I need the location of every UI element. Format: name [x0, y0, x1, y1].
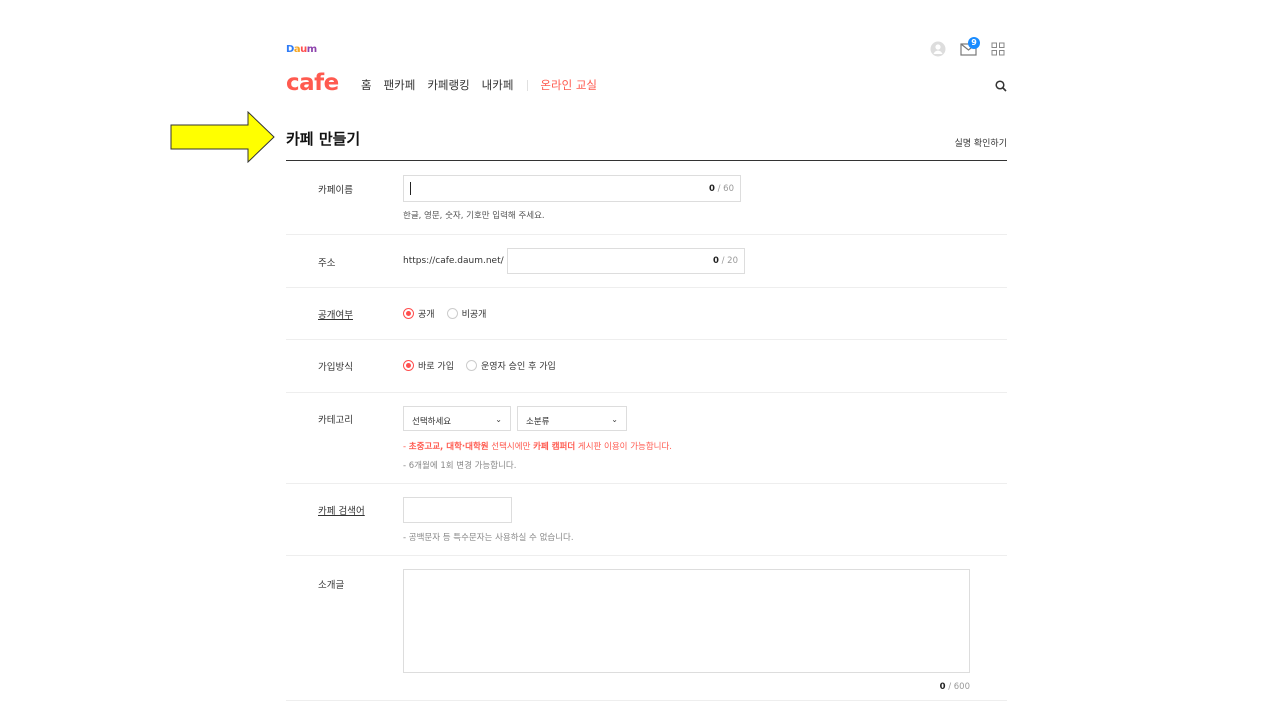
- radio-private-label[interactable]: 비공개: [462, 307, 487, 320]
- cafe-name-counter: 0 / 60: [708, 183, 734, 194]
- user-icon[interactable]: [930, 41, 946, 57]
- nav-fan-cafe[interactable]: 팬카페: [384, 77, 416, 93]
- cafe-logo[interactable]: cafe: [286, 70, 339, 96]
- address-counter: 0 / 20: [712, 256, 738, 266]
- radio-instant-join[interactable]: [403, 360, 414, 371]
- address-prefix: https://cafe.daum.net/: [403, 256, 504, 266]
- visibility-radio-group: 공개 비공개: [403, 307, 498, 320]
- category-sub-select[interactable]: 소분류 ⌄: [517, 406, 627, 431]
- radio-public-label[interactable]: 공개: [418, 307, 435, 320]
- row-visibility: 공개여부 공개 비공개: [286, 288, 1007, 340]
- chevron-down-icon: ⌄: [495, 415, 502, 424]
- nav-online-class[interactable]: 온라인 교실: [540, 77, 597, 93]
- join-method-label: 가입방식: [318, 362, 353, 373]
- apps-grid-icon[interactable]: [991, 42, 1005, 56]
- nav-my-cafe[interactable]: 내카페: [482, 77, 514, 93]
- radio-public[interactable]: [403, 308, 414, 319]
- cafe-name-input[interactable]: 0 / 60: [403, 175, 741, 202]
- cafe-name-help: 한글, 영문, 숫자, 기호만 입력해 주세요.: [403, 211, 545, 221]
- chevron-down-icon: ⌄: [611, 415, 618, 424]
- intro-counter: 0 / 600: [939, 682, 970, 692]
- main-nav: 홈 팬카페 카페랭킹 내카페 온라인 교실: [361, 77, 597, 93]
- address-input[interactable]: 0 / 20: [507, 248, 745, 274]
- radio-approval-join-label[interactable]: 운영자 승인 후 가입: [481, 359, 556, 372]
- search-icon[interactable]: [995, 77, 1007, 96]
- row-cafe-name: 카페이름 0 / 60 한글, 영문, 숫자, 기호만 입력해 주세요.: [286, 161, 1007, 235]
- daum-logo[interactable]: Daum: [286, 44, 317, 55]
- radio-approval-join[interactable]: [465, 360, 477, 371]
- top-utility-icons: 9: [930, 37, 1005, 57]
- row-address: 주소 https://cafe.daum.net/ 0 / 20: [286, 235, 1007, 288]
- address-label: 주소: [318, 258, 336, 269]
- visibility-label[interactable]: 공개여부: [318, 307, 353, 321]
- radio-instant-join-label[interactable]: 바로 가입: [418, 359, 454, 372]
- category-label: 카테고리: [318, 415, 353, 426]
- category-notice: - 초중고교, 대학·대학원 선택시에만 카페 캠퍼더 게시판 이용이 가능합니…: [403, 442, 673, 452]
- cafe-name-label: 카페이름: [318, 185, 353, 196]
- radio-private[interactable]: [446, 308, 458, 319]
- mail-icon[interactable]: 9: [960, 37, 980, 56]
- mail-count-badge: 9: [968, 37, 980, 49]
- search-keyword-input[interactable]: [403, 497, 512, 523]
- intro-textarea[interactable]: [403, 569, 970, 673]
- search-keyword-label[interactable]: 카페 검색어: [318, 503, 365, 517]
- join-method-radio-group: 바로 가입 운영자 승인 후 가입: [403, 359, 568, 372]
- text-caret: [410, 182, 411, 195]
- category-main-value: 선택하세요: [412, 417, 452, 427]
- category-main-select[interactable]: 선택하세요 ⌄: [403, 406, 511, 431]
- intro-label: 소개글: [318, 580, 345, 591]
- category-change-notice: - 6개월에 1회 변경 가능합니다.: [403, 461, 517, 471]
- search-keyword-help: - 공백문자 등 특수문자는 사용하실 수 없습니다.: [403, 533, 574, 543]
- nav-cafe-ranking[interactable]: 카페랭킹: [427, 77, 469, 93]
- nav-divider: [527, 79, 529, 91]
- nav-home[interactable]: 홈: [361, 77, 372, 93]
- arrow-pointer-icon: [170, 110, 276, 167]
- row-category: 카테고리 선택하세요 ⌄ 소분류 ⌄ - 초중고교, 대학·대학원 선택시에만 …: [286, 393, 1007, 484]
- category-sub-value: 소분류: [526, 417, 550, 427]
- page-title: 카페 만들기: [286, 130, 361, 148]
- real-name-verify-link[interactable]: 실명 확인하기: [954, 136, 1007, 149]
- row-intro: 소개글 0 / 600: [286, 556, 1007, 701]
- row-search-keyword: 카페 검색어 - 공백문자 등 특수문자는 사용하실 수 없습니다.: [286, 484, 1007, 556]
- row-join-method: 가입방식 바로 가입 운영자 승인 후 가입: [286, 340, 1007, 393]
